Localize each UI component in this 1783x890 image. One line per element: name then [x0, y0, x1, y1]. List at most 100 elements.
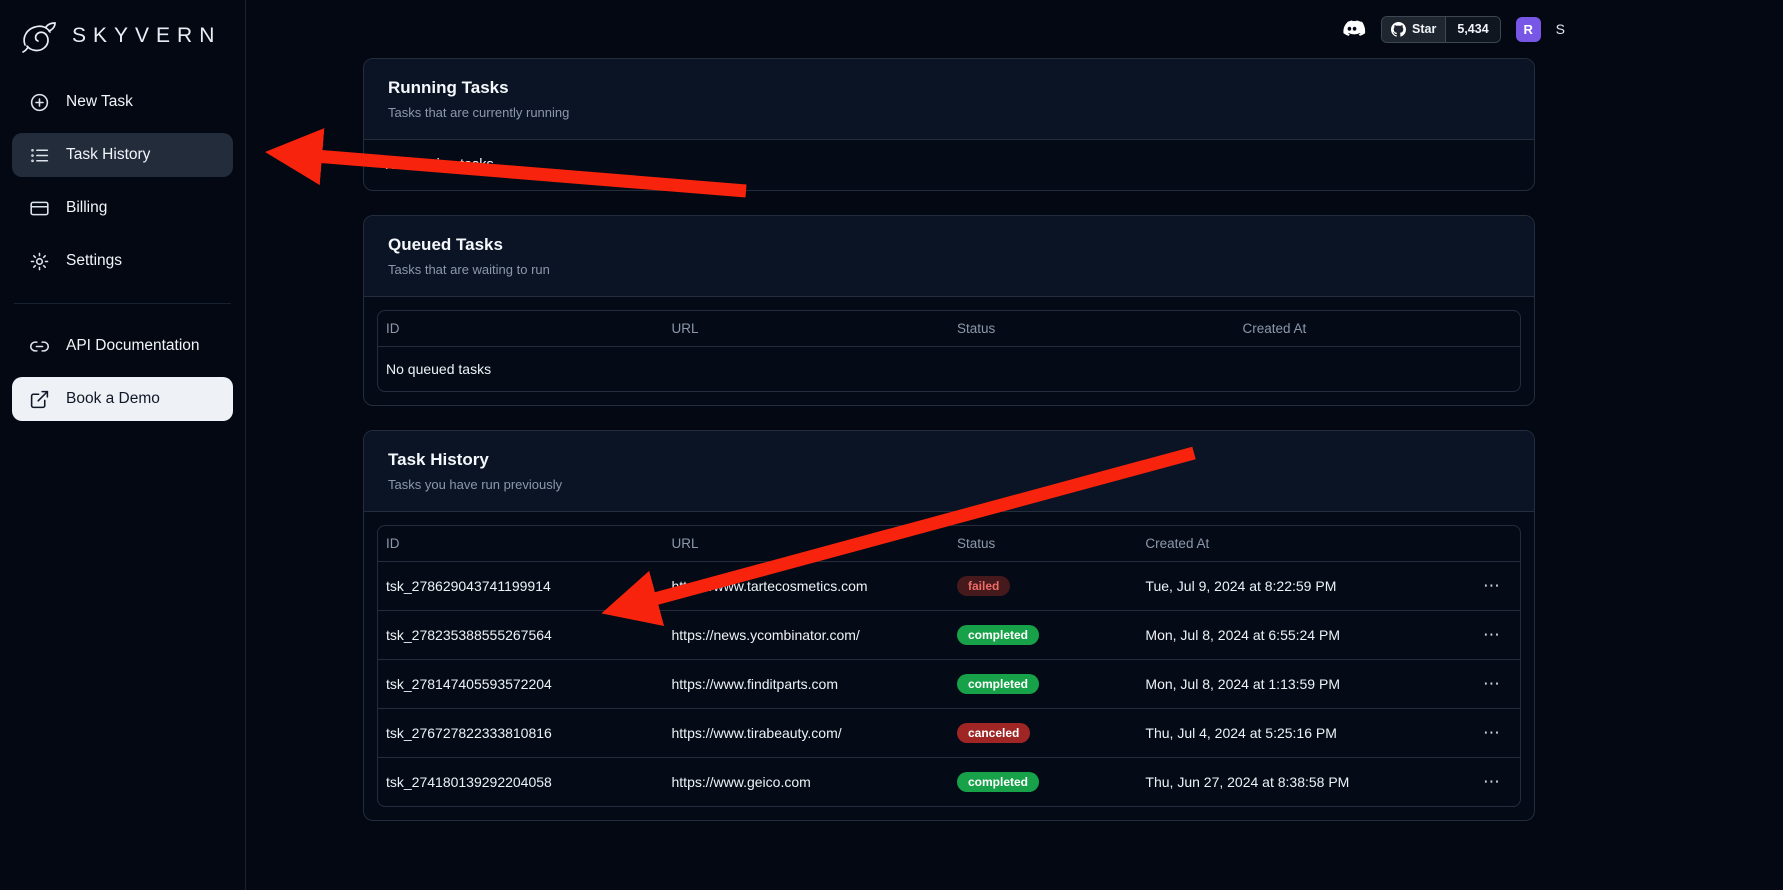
task-actions-cell: ⋯	[1463, 758, 1520, 807]
task-created-cell: Thu, Jun 27, 2024 at 8:38:58 PM	[1137, 758, 1462, 807]
sidebar-item-billing[interactable]: Billing	[12, 186, 233, 230]
running-tasks-card: Running Tasks Tasks that are currently r…	[363, 58, 1535, 191]
card-subtitle: Tasks that are currently running	[388, 105, 1510, 120]
status-badge: completed	[957, 674, 1039, 694]
user-avatar[interactable]: R	[1516, 17, 1541, 42]
plus-circle-icon	[29, 92, 50, 113]
sidebar-item-label: API Documentation	[66, 337, 200, 355]
task-status-cell: completed	[949, 758, 1137, 807]
table-row: No queued tasks	[378, 347, 1520, 392]
main-area: Star 5,434 R S Running Tasks Tasks that …	[246, 0, 1783, 890]
task-history-content: ID URL Status Created At tsk_27862904374…	[364, 512, 1534, 820]
queued-tasks-empty-message: No queued tasks	[378, 347, 1520, 392]
task-history-table: ID URL Status Created At tsk_27862904374…	[377, 525, 1521, 807]
sidebar-item-api-documentation[interactable]: API Documentation	[12, 324, 233, 368]
row-actions-button[interactable]: ⋯	[1479, 674, 1504, 694]
row-actions-button[interactable]: ⋯	[1479, 625, 1504, 645]
credit-card-icon	[29, 198, 50, 219]
cutoff-label: S	[1556, 21, 1565, 37]
task-status-cell: completed	[949, 660, 1137, 709]
task-status-cell: canceled	[949, 709, 1137, 758]
status-badge: completed	[957, 625, 1039, 645]
table-header-row: ID URL Status Created At	[378, 311, 1520, 347]
sidebar-item-task-history[interactable]: Task History	[12, 133, 233, 177]
row-actions-button[interactable]: ⋯	[1479, 576, 1504, 596]
link-icon	[29, 336, 50, 357]
status-badge: completed	[957, 772, 1039, 792]
sidebar-item-new-task[interactable]: New Task	[12, 80, 233, 124]
card-title: Queued Tasks	[388, 235, 1510, 255]
task-created-cell: Mon, Jul 8, 2024 at 1:13:59 PM	[1137, 660, 1462, 709]
running-tasks-empty-message: No running tasks	[364, 140, 1534, 190]
sidebar-item-label: Settings	[66, 252, 122, 270]
card-title: Running Tasks	[388, 78, 1510, 98]
task-actions-cell: ⋯	[1463, 660, 1520, 709]
sidebar-divider	[14, 303, 231, 304]
task-actions-cell: ⋯	[1463, 709, 1520, 758]
column-header-created-at: Created At	[1137, 526, 1462, 562]
row-actions-button[interactable]: ⋯	[1479, 723, 1504, 743]
github-star-count[interactable]: 5,434	[1446, 17, 1499, 42]
task-history-card: Task History Tasks you have run previous…	[363, 430, 1535, 821]
column-header-created-at: Created At	[1235, 311, 1521, 347]
running-tasks-content: No running tasks	[364, 140, 1534, 190]
table-row[interactable]: tsk_276727822333810816 https://www.tirab…	[378, 709, 1520, 758]
skyvern-logo-icon	[18, 16, 62, 56]
sidebar-nav: New Task Task History Billing Settings A…	[12, 80, 233, 421]
task-created-cell: Tue, Jul 9, 2024 at 8:22:59 PM	[1137, 562, 1462, 611]
task-id-cell: tsk_278235388555267564	[378, 611, 664, 660]
row-actions-button[interactable]: ⋯	[1479, 772, 1504, 792]
task-url-cell: https://www.finditparts.com	[664, 660, 950, 709]
running-tasks-header: Running Tasks Tasks that are currently r…	[364, 59, 1534, 140]
book-a-demo-button[interactable]: Book a Demo	[12, 377, 233, 421]
app-root: SKYVERN New Task Task History Billing Se…	[0, 0, 1783, 890]
queued-tasks-header: Queued Tasks Tasks that are waiting to r…	[364, 216, 1534, 297]
task-url-cell: https://www.geico.com	[664, 758, 950, 807]
task-actions-cell: ⋯	[1463, 562, 1520, 611]
table-row[interactable]: tsk_274180139292204058 https://www.geico…	[378, 758, 1520, 807]
skyvern-logo: SKYVERN	[12, 14, 233, 80]
github-star-widget[interactable]: Star 5,434	[1381, 16, 1501, 43]
gear-icon	[29, 251, 50, 272]
external-link-icon	[29, 389, 50, 410]
github-star-button[interactable]: Star	[1382, 17, 1446, 42]
task-actions-cell: ⋯	[1463, 611, 1520, 660]
table-row[interactable]: tsk_278147405593572204 https://www.findi…	[378, 660, 1520, 709]
task-id-cell: tsk_278147405593572204	[378, 660, 664, 709]
task-url-cell: https://news.ycombinator.com/	[664, 611, 950, 660]
card-title: Task History	[388, 450, 1510, 470]
queued-tasks-table: ID URL Status Created At No queued tasks	[377, 310, 1521, 392]
brand-name: SKYVERN	[72, 24, 221, 48]
column-header-id: ID	[378, 311, 664, 347]
task-status-cell: completed	[949, 611, 1137, 660]
queued-tasks-card: Queued Tasks Tasks that are waiting to r…	[363, 215, 1535, 406]
table-header-row: ID URL Status Created At	[378, 526, 1520, 562]
column-header-actions	[1463, 526, 1520, 562]
table-row[interactable]: tsk_278629043741199914 https://www.tarte…	[378, 562, 1520, 611]
status-badge: canceled	[957, 723, 1030, 743]
sidebar-item-label: Task History	[66, 146, 150, 164]
task-created-cell: Thu, Jul 4, 2024 at 5:25:16 PM	[1137, 709, 1462, 758]
column-header-url: URL	[664, 311, 950, 347]
task-id-cell: tsk_276727822333810816	[378, 709, 664, 758]
task-id-cell: tsk_274180139292204058	[378, 758, 664, 807]
task-created-cell: Mon, Jul 8, 2024 at 6:55:24 PM	[1137, 611, 1462, 660]
column-header-id: ID	[378, 526, 664, 562]
sidebar: SKYVERN New Task Task History Billing Se…	[0, 0, 246, 890]
task-status-cell: failed	[949, 562, 1137, 611]
github-icon	[1391, 22, 1406, 37]
card-subtitle: Tasks that are waiting to run	[388, 262, 1510, 277]
task-history-rows: tsk_278629043741199914 https://www.tarte…	[378, 562, 1520, 807]
github-star-label: Star	[1412, 22, 1436, 36]
discord-icon[interactable]	[1338, 18, 1366, 40]
sidebar-item-label: Billing	[66, 199, 107, 217]
queued-tasks-content: ID URL Status Created At No queued tasks	[364, 297, 1534, 405]
card-subtitle: Tasks you have run previously	[388, 477, 1510, 492]
table-row[interactable]: tsk_278235388555267564 https://news.ycom…	[378, 611, 1520, 660]
sidebar-item-label: New Task	[66, 93, 133, 111]
sidebar-item-settings[interactable]: Settings	[12, 239, 233, 283]
column-header-status: Status	[949, 311, 1235, 347]
content: Running Tasks Tasks that are currently r…	[363, 58, 1535, 821]
list-icon	[29, 145, 50, 166]
status-badge: failed	[957, 576, 1010, 596]
